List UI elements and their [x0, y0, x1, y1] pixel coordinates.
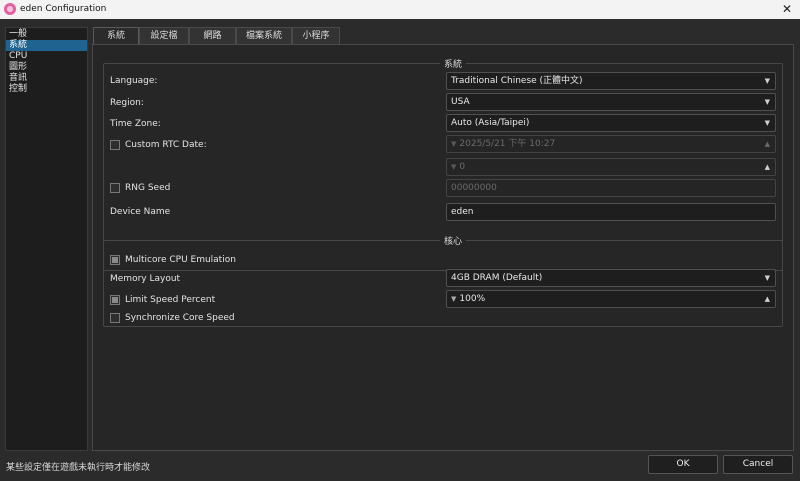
region-dropdown[interactable]: USA ▼: [446, 93, 776, 111]
custom-rtc-datetime[interactable]: ▼ 2025/5/21 下午 10:27 ▲: [446, 135, 776, 153]
tab-filesystem[interactable]: 檔案系統: [236, 27, 292, 44]
sync-core-checkbox[interactable]: [110, 313, 120, 323]
rtc-offset-value: 0: [459, 162, 466, 172]
custom-rtc-value: 2025/5/21 下午 10:27: [459, 139, 556, 149]
language-value: Traditional Chinese (正體中文): [451, 76, 583, 86]
sidebar-item-system[interactable]: 系統: [6, 40, 87, 51]
custom-rtc-label: Custom RTC Date:: [125, 140, 207, 150]
limit-speed-spinbox[interactable]: ▼ 100% ▲: [446, 290, 776, 308]
tab-profiles[interactable]: 設定檔: [139, 27, 189, 44]
spin-down-icon: ▼: [451, 295, 457, 303]
limit-speed-label: Limit Speed Percent: [125, 295, 216, 305]
limit-speed-checkbox[interactable]: [110, 295, 120, 305]
chevron-down-icon: ▼: [764, 77, 770, 85]
close-icon[interactable]: ✕: [782, 1, 792, 17]
rng-seed-checkbox[interactable]: [110, 183, 120, 193]
language-label: Language:: [110, 76, 158, 86]
tab-system[interactable]: 系統: [93, 27, 139, 45]
device-name-input[interactable]: eden: [446, 203, 776, 221]
spin-down-icon: ▼: [451, 163, 457, 171]
multicore-checkbox[interactable]: [110, 255, 120, 265]
tab-network[interactable]: 網路: [189, 27, 236, 44]
chevron-down-icon: ▼: [764, 119, 770, 127]
tab-applets[interactable]: 小程序: [292, 27, 340, 44]
ok-button[interactable]: OK: [648, 455, 718, 474]
region-value: USA: [451, 97, 470, 107]
spin-up-icon: ▲: [764, 163, 770, 171]
memory-layout-dropdown[interactable]: 4GB DRAM (Default) ▼: [446, 269, 776, 287]
chevron-down-icon: ▼: [764, 274, 770, 282]
device-name-value: eden: [451, 207, 474, 217]
multicore-label: Multicore CPU Emulation: [125, 255, 236, 265]
rng-seed-value: 00000000: [451, 183, 497, 193]
region-label: Region:: [110, 98, 144, 108]
time-zone-dropdown[interactable]: Auto (Asia/Taipei) ▼: [446, 114, 776, 132]
status-message: 某些設定僅在遊戲未執行時才能修改: [6, 463, 151, 473]
eden-logo-icon: [4, 3, 16, 15]
spin-up-icon: ▲: [764, 295, 770, 303]
memory-layout-value: 4GB DRAM (Default): [451, 273, 543, 283]
language-dropdown[interactable]: Traditional Chinese (正體中文) ▼: [446, 72, 776, 90]
rng-seed-label: RNG Seed: [125, 183, 171, 193]
rng-seed-input[interactable]: 00000000: [446, 179, 776, 197]
device-name-label: Device Name: [110, 207, 171, 217]
sidebar-item-graphics[interactable]: 圖形: [6, 62, 87, 73]
sidebar-item-cpu[interactable]: CPU: [6, 51, 87, 62]
sidebar-item-general[interactable]: 一般: [6, 29, 87, 40]
sidebar-item-controls[interactable]: 控制: [6, 84, 87, 95]
cancel-button[interactable]: Cancel: [723, 455, 793, 474]
limit-speed-value: 100%: [459, 294, 486, 304]
title-bar: eden Configuration ✕: [0, 0, 800, 19]
system-group-title: 系統: [440, 57, 467, 70]
chevron-down-icon: ▼: [764, 98, 770, 106]
window-title: eden Configuration: [20, 4, 107, 14]
time-zone-label: Time Zone:: [110, 119, 161, 129]
core-group: 核心 Multicore CPU Emulation Memory Layout…: [103, 234, 783, 327]
core-group-title: 核心: [440, 234, 467, 247]
memory-layout-label: Memory Layout: [110, 274, 181, 284]
rtc-offset-spinbox[interactable]: ▼ 0 ▲: [446, 158, 776, 176]
spin-down-icon: ▼: [451, 140, 457, 148]
spin-up-icon: ▲: [764, 140, 770, 148]
sidebar-item-audio[interactable]: 音訊: [6, 73, 87, 84]
sync-core-label: Synchronize Core Speed: [125, 313, 235, 323]
category-list: 一般 系統 CPU 圖形 音訊 控制: [5, 27, 88, 451]
time-zone-value: Auto (Asia/Taipei): [451, 118, 530, 128]
custom-rtc-checkbox[interactable]: [110, 140, 120, 150]
settings-panel: 系統 Language: Traditional Chinese (正體中文) …: [92, 44, 794, 451]
